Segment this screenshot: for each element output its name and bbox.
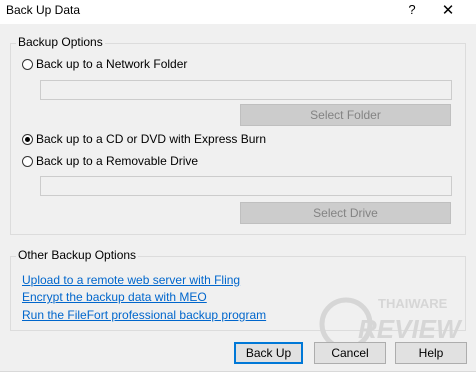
other-options-legend: Other Backup Options [16, 248, 139, 262]
back-up-label: Back Up [245, 346, 292, 360]
radio-removable-drive[interactable]: Back up to a Removable Drive [22, 153, 198, 169]
title-bar: Back Up Data ? ✕ [0, 0, 476, 24]
radio-removable-indicator[interactable] [22, 155, 33, 167]
radio-cd-dvd-label: Back up to a CD or DVD with Express Burn [36, 132, 267, 146]
help-icon[interactable]: ? [404, 2, 420, 20]
help-button[interactable]: Help [395, 342, 467, 364]
window-title: Back Up Data [6, 3, 81, 17]
radio-cd-dvd-indicator[interactable] [22, 133, 33, 145]
select-folder-button[interactable]: Select Folder [240, 104, 451, 126]
select-folder-label: Select Folder [310, 108, 381, 122]
radio-network-indicator[interactable] [22, 58, 33, 70]
close-icon[interactable]: ✕ [436, 1, 460, 21]
radio-network-label: Back up to a Network Folder [36, 57, 188, 71]
radio-removable-label: Back up to a Removable Drive [36, 154, 199, 168]
radio-cd-dvd[interactable]: Back up to a CD or DVD with Express Burn [22, 131, 266, 147]
meo-link[interactable]: Encrypt the backup data with MEO [22, 290, 207, 304]
fling-link[interactable]: Upload to a remote web server with Fling [22, 273, 240, 287]
backup-options-legend: Backup Options [16, 35, 105, 49]
radio-network-folder[interactable]: Back up to a Network Folder [22, 56, 187, 72]
filefort-link[interactable]: Run the FileFort professional backup pro… [22, 308, 266, 322]
network-folder-path-field[interactable] [40, 80, 452, 100]
help-label: Help [418, 346, 444, 360]
backup-dialog: Back Up Data ? ✕ Backup Options Back up … [0, 0, 476, 372]
cancel-button[interactable]: Cancel [314, 342, 386, 364]
cancel-label: Cancel [331, 346, 369, 360]
select-drive-label: Select Drive [313, 206, 378, 220]
removable-drive-path-field[interactable] [40, 176, 452, 196]
select-drive-button[interactable]: Select Drive [240, 202, 451, 224]
back-up-button[interactable]: Back Up [234, 342, 303, 364]
